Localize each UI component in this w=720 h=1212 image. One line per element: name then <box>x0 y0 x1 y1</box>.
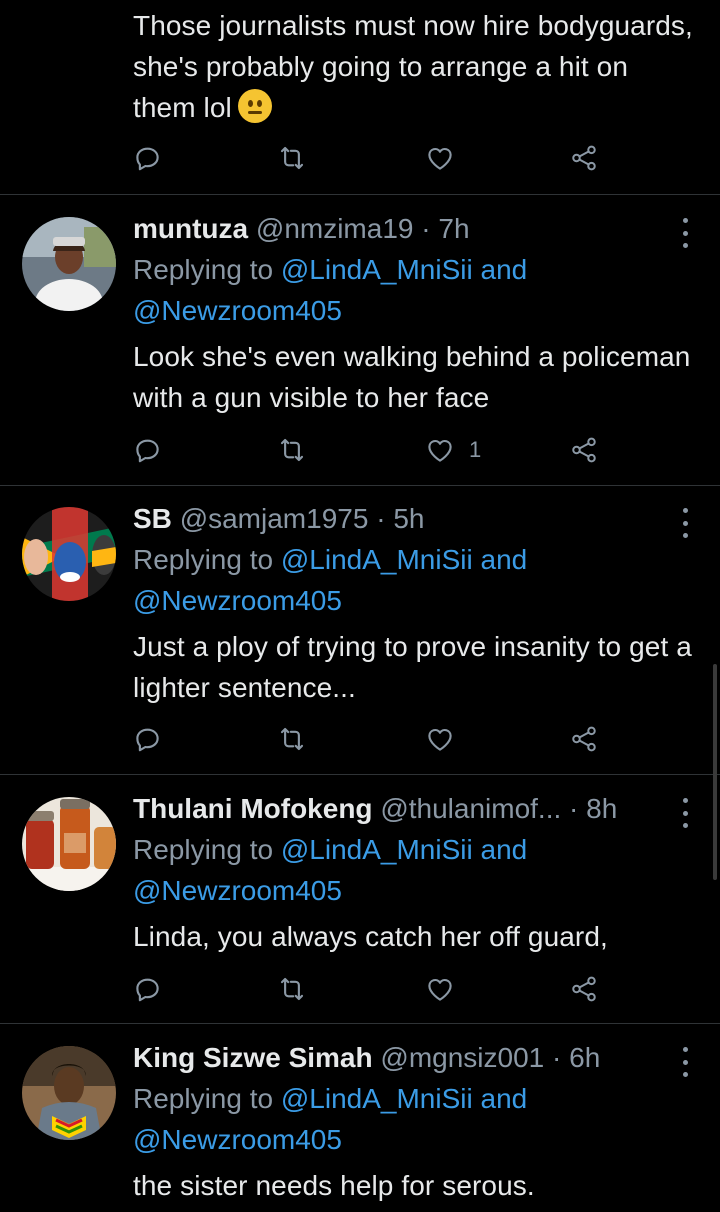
retweet-icon <box>280 146 304 170</box>
share-icon <box>572 726 596 752</box>
twitter-thread-screen: Those journalists must now hire bodyguar… <box>0 0 720 1212</box>
timestamp[interactable]: 8h <box>586 793 617 824</box>
tweet-text: Just a ploy of trying to prove insanity … <box>133 631 692 703</box>
mention-link[interactable]: @Newzroom405 <box>133 295 342 326</box>
separator: · <box>421 213 431 244</box>
more-options-button[interactable] <box>678 218 692 248</box>
like-button[interactable] <box>425 972 455 1006</box>
reply-icon <box>136 728 159 752</box>
divider <box>0 774 720 775</box>
share-button[interactable] <box>569 722 599 756</box>
divider <box>0 1023 720 1024</box>
heart-icon <box>428 978 452 1001</box>
retweet-icon <box>280 438 304 462</box>
heart-icon <box>428 439 452 462</box>
reply-button[interactable] <box>133 141 163 175</box>
tweet-actions <box>133 972 613 1006</box>
scrollbar[interactable] <box>713 664 717 880</box>
avatar[interactable] <box>22 1046 116 1140</box>
separator: · <box>552 1042 562 1073</box>
username[interactable]: @nmzima19 <box>256 213 414 244</box>
mention-link[interactable]: @LindA_MniSii <box>281 1083 473 1114</box>
more-options-icon <box>682 508 688 513</box>
timestamp[interactable]: 5h <box>393 503 424 534</box>
reply-header: SB @samjam1975 · 5h <box>133 498 673 539</box>
retweet-icon <box>280 727 304 751</box>
reply-icon <box>136 978 159 1002</box>
retweet-icon <box>280 977 304 1001</box>
display-name[interactable]: Thulani Mofokeng <box>133 793 373 824</box>
tweet-actions: 1 <box>133 433 613 467</box>
reply-header: Thulani Mofokeng @thulanimof... · 8h <box>133 788 673 829</box>
tweet-actions <box>133 141 613 175</box>
neutral-face-emoji <box>237 89 272 123</box>
separator: · <box>376 503 386 534</box>
avatar-image <box>22 217 116 311</box>
username[interactable]: @mgnsiz001 <box>380 1042 544 1073</box>
tweet-actions <box>133 722 613 756</box>
reply-header: muntuza @nmzima19 · 7h <box>133 208 673 249</box>
reply-button[interactable] <box>133 972 163 1006</box>
more-options-button[interactable] <box>678 798 692 828</box>
reply-icon <box>136 147 159 171</box>
more-options-icon <box>682 218 688 223</box>
divider <box>0 485 720 486</box>
heart-icon <box>428 728 452 751</box>
mention-link[interactable]: @LindA_MniSii <box>281 254 473 285</box>
reply-header: King Sizwe Simah @mgnsiz001 · 6h <box>133 1037 673 1078</box>
mention-link[interactable]: @LindA_MniSii <box>281 544 473 575</box>
more-options-button[interactable] <box>678 508 692 538</box>
share-button[interactable] <box>569 141 599 175</box>
retweet-button[interactable] <box>277 972 307 1006</box>
mention-link[interactable]: @Newzroom405 <box>133 1124 342 1155</box>
replying-to: Replying to @LindA_MniSii and @Newzroom4… <box>133 544 528 616</box>
replying-to: Replying to @LindA_MniSii and @Newzroom4… <box>133 254 528 326</box>
timestamp[interactable]: 7h <box>438 213 469 244</box>
display-name[interactable]: SB <box>133 503 172 534</box>
timestamp[interactable]: 6h <box>569 1042 600 1073</box>
avatar[interactable] <box>22 797 116 891</box>
avatar-image <box>22 797 116 891</box>
replying-to: Replying to @LindA_MniSii and @Newzroom4… <box>133 834 528 906</box>
share-button[interactable] <box>569 972 599 1006</box>
like-count: 1 <box>469 437 482 462</box>
more-options-icon <box>682 1047 688 1052</box>
tweet-text: Linda, you always catch her off guard, <box>133 921 608 952</box>
reply-button[interactable] <box>133 433 163 467</box>
username[interactable]: @samjam1975 <box>180 503 369 534</box>
display-name[interactable]: King Sizwe Simah <box>133 1042 373 1073</box>
avatar[interactable] <box>22 217 116 311</box>
retweet-button[interactable] <box>277 433 307 467</box>
retweet-button[interactable] <box>277 141 307 175</box>
reply-icon <box>136 439 159 463</box>
avatar-image <box>22 1046 116 1140</box>
display-name[interactable]: muntuza <box>133 213 248 244</box>
mention-link[interactable]: @Newzroom405 <box>133 585 342 616</box>
more-options-button[interactable] <box>678 1047 692 1077</box>
share-icon <box>572 976 596 1002</box>
tweet-text: Those journalists must now hire bodyguar… <box>133 10 693 123</box>
heart-icon <box>428 147 452 170</box>
divider <box>0 194 720 195</box>
retweet-button[interactable] <box>277 722 307 756</box>
username[interactable]: @thulanimof... <box>380 793 561 824</box>
replying-to: Replying to @LindA_MniSii and @Newzroom4… <box>133 1083 528 1155</box>
separator: · <box>569 793 579 824</box>
avatar[interactable] <box>22 507 116 601</box>
like-button[interactable] <box>425 722 455 756</box>
share-icon <box>572 145 596 171</box>
share-icon <box>572 437 596 463</box>
reply-button[interactable] <box>133 722 163 756</box>
mention-link[interactable]: @Newzroom405 <box>133 875 342 906</box>
mention-link[interactable]: @LindA_MniSii <box>281 834 473 865</box>
like-button[interactable] <box>425 141 455 175</box>
tweet-text: Look she's even walking behind a policem… <box>133 341 691 413</box>
share-button[interactable] <box>569 433 599 467</box>
avatar-image <box>22 507 116 601</box>
tweet-text: the sister needs help for serous. <box>133 1170 535 1201</box>
more-options-icon <box>682 798 688 803</box>
like-button[interactable]: 1 <box>425 433 481 467</box>
